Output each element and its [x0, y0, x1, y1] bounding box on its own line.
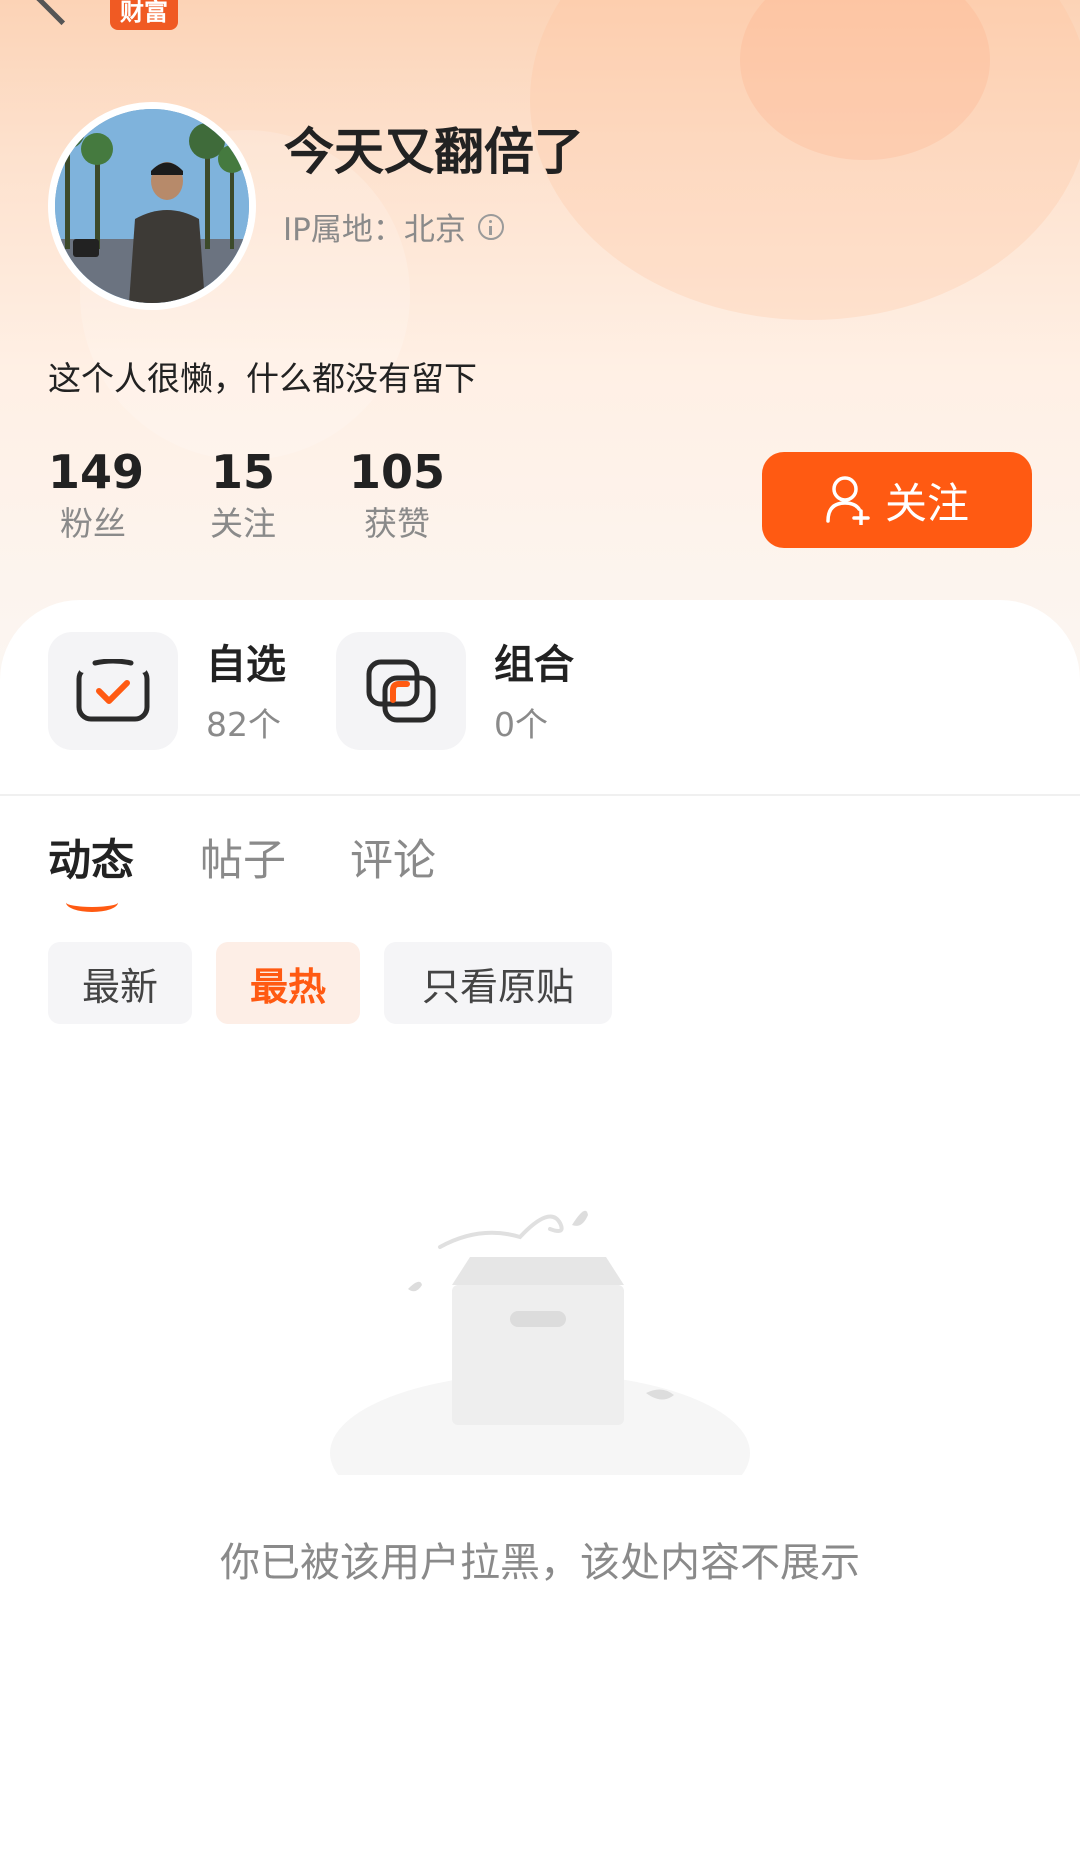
stat-value: 15 [210, 445, 275, 499]
info-icon[interactable] [477, 213, 504, 240]
add-user-icon [826, 476, 870, 525]
follow-button[interactable]: 关注 [762, 452, 1032, 548]
stat-label: 粉丝 [60, 504, 126, 543]
portfolio-tile[interactable] [336, 632, 466, 750]
stat-following[interactable]: 15 关注 [198, 444, 288, 548]
portfolio-icon [366, 659, 436, 723]
section-divider [0, 794, 1080, 796]
stat-likes[interactable]: 105 获赞 [348, 444, 446, 548]
app-badge: 财富 [110, 0, 178, 30]
watchlist-tile[interactable] [48, 632, 178, 750]
stat-fans[interactable]: 149 粉丝 [48, 444, 145, 548]
ip-location: IP属地：北京 [283, 204, 504, 249]
tab-activity[interactable]: 动态 [48, 826, 134, 888]
stat-label: 关注 [210, 504, 276, 543]
profile-bio: 这个人很懒，什么都没有留下 [48, 359, 477, 398]
active-tab-indicator [66, 893, 118, 912]
filter-latest[interactable]: 最新 [48, 942, 192, 1024]
portfolio-title[interactable]: 组合 [494, 632, 574, 690]
ip-location-text: IP属地：北京 [283, 212, 466, 248]
avatar[interactable] [48, 102, 256, 310]
follow-button-label: 关注 [884, 478, 969, 528]
empty-state-message: 你已被该用户拉黑，该处内容不展示 [220, 1540, 860, 1586]
empty-box-icon [330, 1210, 750, 1475]
filter-hottest[interactable]: 最热 [216, 942, 360, 1024]
filter-original-only[interactable]: 只看原贴 [384, 942, 612, 1024]
profile-username: 今天又翻倍了 [284, 123, 584, 181]
stat-label: 获赞 [364, 504, 430, 543]
watchlist-count: 82个 [206, 705, 281, 744]
portfolio-count: 0个 [494, 705, 548, 744]
watchlist-title[interactable]: 自选 [206, 632, 286, 690]
avatar-photo [55, 109, 249, 303]
tab-comments[interactable]: 评论 [350, 826, 436, 888]
tab-posts[interactable]: 帖子 [200, 826, 286, 888]
watchlist-check-icon [76, 659, 150, 722]
stat-value: 149 [48, 445, 145, 499]
stat-value: 105 [348, 445, 446, 499]
